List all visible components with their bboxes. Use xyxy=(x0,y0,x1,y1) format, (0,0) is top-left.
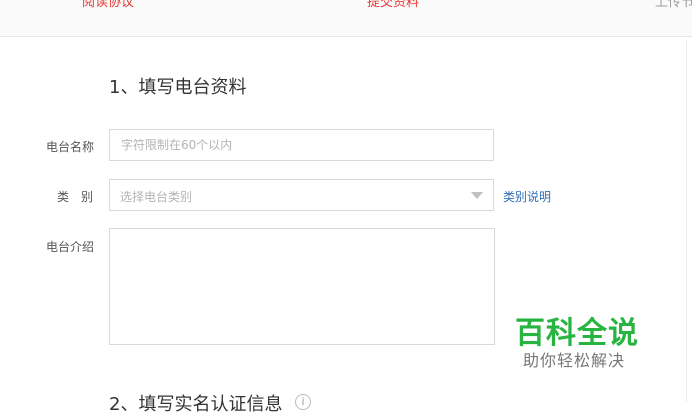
step-submit-info: 提交资料 xyxy=(367,0,420,10)
info-icon[interactable]: i xyxy=(295,394,311,410)
station-intro-textarea[interactable] xyxy=(109,228,495,345)
watermark: 百科全说 助你轻松解决 xyxy=(495,300,665,380)
page-edge-divider xyxy=(686,40,687,402)
category-help-link[interactable]: 类别说明 xyxy=(503,188,551,205)
station-intro-label: 电台介绍 xyxy=(46,240,95,254)
station-name-input[interactable] xyxy=(109,129,494,161)
category-select-placeholder: 选择电台类别 xyxy=(120,190,193,204)
step-upload: 上传节 xyxy=(655,0,692,10)
steps-bar: 阅读协议 提交资料 上传节 xyxy=(0,0,692,37)
category-label: 类别 xyxy=(57,190,106,204)
section-title-verification: 2、填写实名认证信息 xyxy=(109,394,283,415)
station-name-label: 电台名称 xyxy=(46,140,95,154)
step-read-agreement: 阅读协议 xyxy=(82,0,135,10)
section-title-station-info: 1、填写电台资料 xyxy=(109,77,247,98)
chevron-down-icon xyxy=(471,192,483,199)
category-select[interactable]: 选择电台类别 xyxy=(109,179,494,211)
watermark-logo-text: 百科全说 xyxy=(515,316,639,351)
watermark-slogan: 助你轻松解决 xyxy=(523,351,626,370)
